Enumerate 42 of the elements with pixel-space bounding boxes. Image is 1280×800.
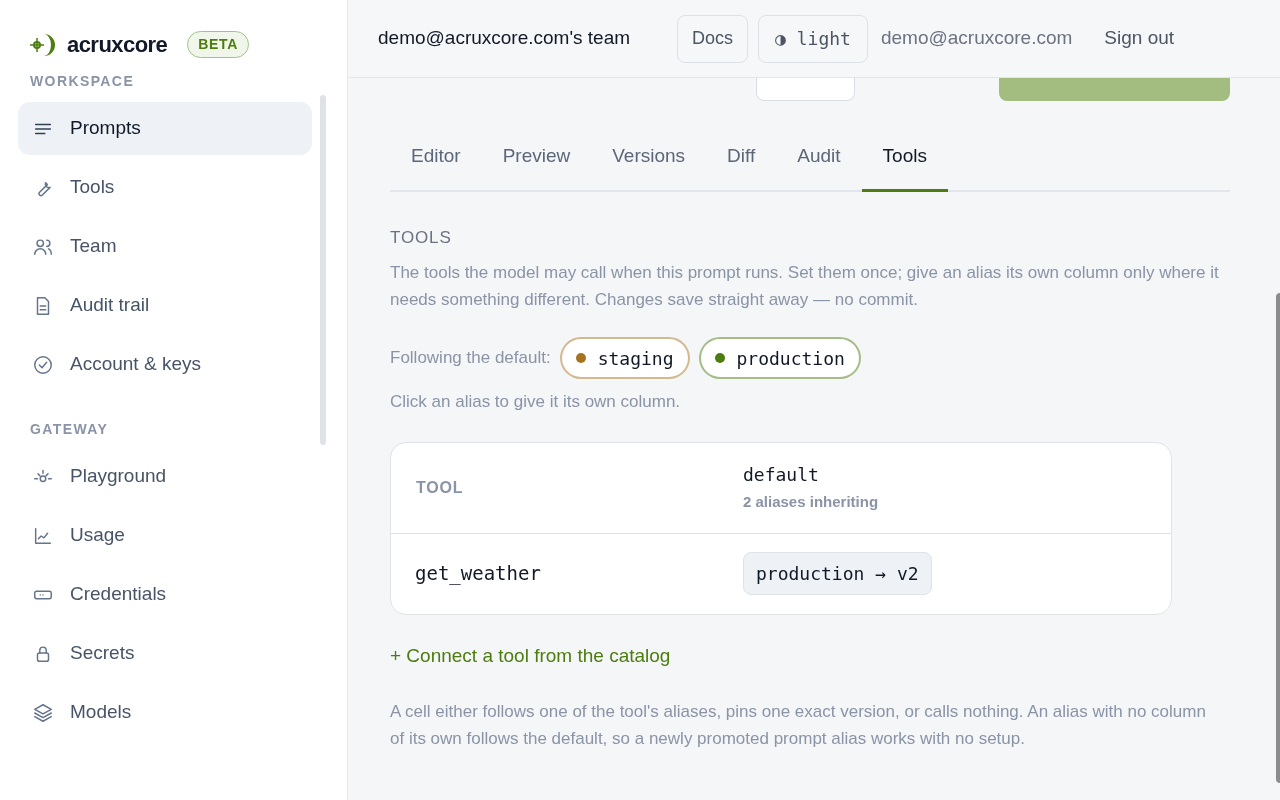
sidebar-item[interactable]: Account & keys — [18, 338, 312, 391]
layers-icon — [32, 701, 54, 724]
user-email: demo@acruxcore.com — [880, 26, 1073, 51]
alias-hint: Click an alias to give it its own column. — [390, 391, 682, 413]
sidebar-item[interactable]: Models — [18, 686, 312, 739]
following-label: Following the default: — [390, 347, 551, 370]
brand-name: acruxcore — [67, 31, 168, 59]
connect-tool-link[interactable]: + Connect a tool from the catalog — [390, 641, 1230, 670]
sidebar-item[interactable]: Secrets — [18, 627, 312, 680]
tab[interactable]: Diff — [706, 142, 777, 192]
tab[interactable]: Preview — [481, 142, 592, 192]
column-header: TOOL — [416, 478, 464, 496]
version-pill[interactable]: production → v2 — [743, 552, 932, 595]
tab[interactable]: Audit — [776, 142, 862, 192]
table-cell: get_weather — [415, 562, 541, 585]
section-heading: WORKSPACE — [29, 72, 136, 91]
tab[interactable]: Tools — [861, 142, 948, 192]
section-description: The tools the model may call when this prompt runs. Set them once; give an alias its own column only where it needs something different. Changes save straight away — no commit. — [390, 262, 1220, 311]
section-title: TOOLS — [390, 226, 453, 249]
tab[interactable]: Editor — [390, 142, 482, 192]
tab[interactable]: Versions — [591, 142, 707, 192]
sign-out-button[interactable]: Sign out — [1104, 24, 1175, 53]
column-subtitle: 2 aliases inheriting — [743, 492, 879, 513]
sidebar-item[interactable]: Playground — [18, 450, 312, 503]
scrollbar-thumb[interactable] — [320, 95, 326, 445]
sidebar-item[interactable]: Team — [18, 220, 312, 273]
sidebar-item[interactable]: Tools — [18, 161, 312, 214]
section-heading: GATEWAY — [29, 420, 110, 439]
alias-chip[interactable]: production — [698, 337, 861, 379]
sidebar-item[interactable]: Prompts — [18, 102, 312, 155]
footnote: A cell either follows one of the tool's aliases, pins one exact version, or calls nothing. An alias with no column of its own follows the default, so a newly promoted prompt alias works with no setup. — [390, 701, 1207, 750]
column-header: default — [743, 463, 820, 488]
sidebar-item[interactable]: Usage — [18, 509, 312, 562]
team-name: demo@acruxcore.com's team — [378, 26, 631, 51]
check-circle-icon — [32, 353, 54, 376]
alias-chip[interactable]: staging — [559, 337, 690, 379]
sidebar-item[interactable]: Audit trail — [18, 279, 312, 332]
sidebar-item[interactable]: Credentials — [18, 568, 312, 621]
logo-icon — [30, 33, 55, 56]
theme-toggle[interactable]: ◑ light — [758, 14, 868, 63]
beta-badge: BETA — [187, 31, 250, 58]
docs-button[interactable]: Docs — [677, 14, 749, 63]
